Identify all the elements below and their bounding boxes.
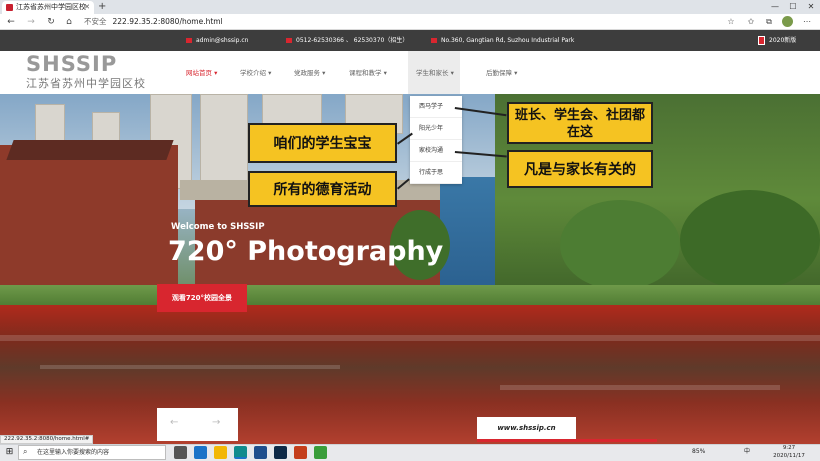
windows-start-icon[interactable]: ⊞ [3,446,16,459]
address-contact: No.360, Gangtian Rd, Suzhou Industrial P… [431,30,574,51]
version-icon [758,36,765,45]
view-panorama-button[interactable]: 观看720°校园全景 [157,284,247,312]
site-favicon-icon [6,4,13,11]
mail-icon [186,38,192,43]
clock-time: 9:27 [782,445,796,451]
brick-roof [6,140,174,160]
powerpoint-icon[interactable] [294,446,307,459]
version-switch-button[interactable]: 2020新版 [758,30,796,51]
favorites-icon[interactable]: ✩ [744,15,758,29]
nav-logistics[interactable]: 后勤保障 ▾ [486,66,517,80]
annotation-student-council: 班长、学生会、社团都在这 [507,102,653,144]
annotation-student-babies: 咱们的学生宝宝 [248,123,397,163]
task-view-icon[interactable] [174,446,187,459]
tree [680,190,820,290]
security-warning[interactable]: 不安全 [84,17,107,26]
tab-title: 江苏省苏州中学园区校 [16,3,86,11]
tab-close-icon[interactable]: ✕ [84,1,90,14]
browser-tab-strip [0,0,820,14]
annotation-moral-activities: 所有的德育活动 [248,171,397,207]
annotation-parents: 凡是与家长有关的 [507,150,653,188]
brick-building [0,145,178,295]
tree [560,200,680,290]
edge-browser-icon[interactable] [234,446,247,459]
dropdown-item-sunshine-youth[interactable]: 阳光少年 [410,118,462,140]
location-pin-icon [431,38,437,43]
hero-welcome: Welcome to SHSSIP [171,222,265,232]
logo-wordmark: SHSSIP [26,52,118,76]
favorite-star-icon[interactable]: ☆ [724,15,738,29]
accent-line [477,439,657,442]
battery-indicator[interactable]: 85% [692,447,705,457]
photoshop-icon[interactable] [274,446,287,459]
clock-date: 2020/11/17 [773,453,805,459]
email-contact[interactable]: admin@shssip.cn [186,30,248,51]
next-slide-button[interactable]: → [212,417,220,428]
forward-button[interactable]: → [24,14,38,30]
url-text: 222.92.35.2:8080/home.html [112,17,223,26]
status-bar-url: 222.92.35.2:8080/home.html# [0,435,94,444]
back-button[interactable]: ← [4,14,18,30]
new-tab-button[interactable]: + [98,1,106,13]
nav-home[interactable]: 网站首页 ▾ [186,66,217,80]
hero-title: 720° Photography [168,236,444,267]
close-window-button[interactable]: ✕ [804,0,818,14]
profile-avatar[interactable] [782,16,793,27]
ime-language[interactable]: 中 [744,447,750,457]
nav-students-parents[interactable]: 学生和家长 ▾ [416,66,454,80]
browser-tab[interactable]: 江苏省苏州中学园区校 ✕ [2,1,94,14]
search-icon: ⌕ [23,447,28,456]
site-link-button[interactable]: www.shssip.cn [477,417,576,439]
phone-contact: 0512-62530366 、 62530370（招生） [286,30,408,51]
app-icon[interactable] [254,446,267,459]
taskbar-search-input[interactable]: 在这里输入你要搜索的内容 [18,445,166,460]
dropdown-item-reflection[interactable]: 行成于思 [410,162,462,184]
logo-school-name: 江苏省苏州中学园区校 [26,77,146,90]
system-clock[interactable]: 9:27 2020/11/17 [769,444,809,460]
phone-icon [286,38,292,43]
collections-icon[interactable]: ⧉ [762,15,776,29]
maximize-button[interactable]: ☐ [786,0,800,14]
app-icon[interactable] [314,446,327,459]
url-field[interactable]: 不安全 222.92.35.2:8080/home.html [84,16,223,28]
site-logo[interactable]: SHSSIP 江苏省苏州中学园区校 [26,52,166,92]
home-button[interactable]: ⌂ [62,14,76,30]
nav-courses[interactable]: 课程和教学 ▾ [349,66,387,80]
site-top-bar [0,30,820,51]
more-menu-icon[interactable]: ⋯ [800,15,814,29]
minimize-button[interactable]: — [768,0,782,14]
reload-button[interactable]: ↻ [44,14,58,30]
file-explorer-icon[interactable] [214,446,227,459]
prev-slide-button[interactable]: ← [170,417,178,428]
store-app-icon[interactable] [194,446,207,459]
red-track-reflection [0,305,820,445]
nav-party-service[interactable]: 党政服务 ▾ [294,66,325,80]
nav-school-intro[interactable]: 学校介绍 ▾ [240,66,271,80]
lawn [0,285,820,307]
